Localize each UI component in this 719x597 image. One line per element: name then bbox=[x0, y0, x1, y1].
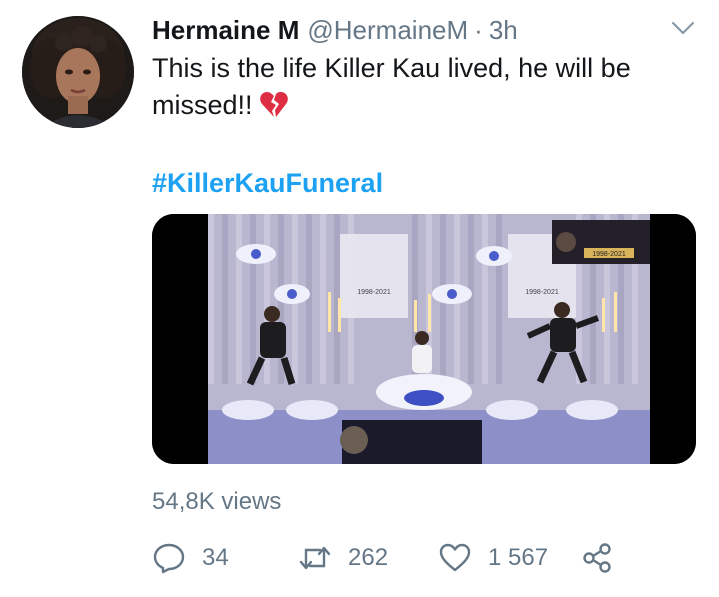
retweet-icon bbox=[299, 546, 331, 570]
tweet-body: This is the life Killer Kau lived, he wi… bbox=[152, 53, 631, 120]
author-name[interactable]: Hermaine M bbox=[152, 15, 299, 46]
banner-dates-right: 1998-2021 bbox=[525, 289, 559, 296]
chevron-down-icon[interactable] bbox=[669, 18, 697, 38]
share-button[interactable] bbox=[580, 538, 614, 578]
separator-dot: · bbox=[474, 14, 483, 45]
hashtag-link[interactable]: #KillerKauFuneral bbox=[152, 168, 383, 199]
like-count: 1 567 bbox=[488, 544, 549, 571]
video-frame: 1998-2021 1998-2021 1998-2021 bbox=[152, 214, 696, 464]
banner-dates-left: 1998-2021 bbox=[357, 289, 391, 296]
corner-dates: 1998-2021 bbox=[592, 251, 626, 258]
retweet-count: 262 bbox=[348, 544, 389, 571]
reply-button[interactable]: 34 bbox=[152, 538, 229, 578]
tweet-header: Hermaine M @HermaineM · 3h bbox=[152, 12, 699, 48]
retweet-button[interactable]: 262 bbox=[298, 538, 388, 578]
avatar[interactable] bbox=[22, 16, 134, 128]
reply-icon bbox=[153, 543, 185, 574]
view-count: 54,8K views bbox=[152, 488, 282, 515]
broken-heart-icon bbox=[259, 92, 288, 117]
author-handle[interactable]: @HermaineM bbox=[307, 15, 468, 46]
avatar-photo bbox=[22, 16, 134, 128]
like-button[interactable]: 1 567 bbox=[438, 538, 548, 578]
reply-count: 34 bbox=[202, 544, 229, 571]
tweet-timestamp[interactable]: 3h bbox=[489, 15, 518, 46]
tweet-actions: 34 262 1 567 bbox=[152, 538, 712, 578]
tweet-text: This is the life Killer Kau lived, he wi… bbox=[152, 50, 692, 124]
like-icon bbox=[439, 543, 471, 572]
share-icon bbox=[583, 543, 611, 573]
video-thumbnail[interactable]: 1998-2021 1998-2021 1998-2021 bbox=[152, 214, 696, 464]
